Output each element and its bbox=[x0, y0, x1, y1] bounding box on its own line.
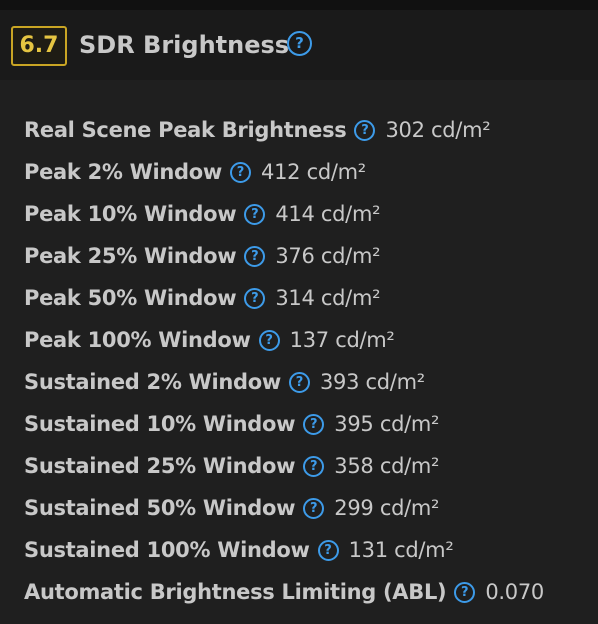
row-label: Peak 25% Window bbox=[24, 244, 237, 268]
row-value: 302 cd/m² bbox=[385, 118, 491, 142]
help-icon[interactable]: ? bbox=[303, 413, 325, 435]
help-icon[interactable]: ? bbox=[244, 203, 266, 225]
list-item: Sustained 100% Window ? 131 cd/m² bbox=[24, 529, 544, 571]
row-value: 376 cd/m² bbox=[275, 244, 381, 268]
row-value: 414 cd/m² bbox=[275, 202, 381, 226]
section-title: SDR Brightness bbox=[79, 31, 290, 59]
row-value: 314 cd/m² bbox=[275, 286, 381, 310]
row-value: 412 cd/m² bbox=[261, 160, 366, 184]
row-label: Sustained 50% Window bbox=[24, 496, 296, 520]
row-label: Peak 2% Window bbox=[24, 160, 223, 184]
row-value: 299 cd/m² bbox=[334, 496, 440, 520]
help-icon[interactable]: ? bbox=[230, 161, 252, 183]
row-label: Sustained 25% Window bbox=[24, 454, 296, 478]
list-item: Sustained 25% Window ? 358 cd/m² bbox=[24, 445, 544, 487]
row-label: Sustained 10% Window bbox=[24, 412, 296, 436]
help-icon[interactable]: ? bbox=[244, 245, 266, 267]
help-icon[interactable]: ? bbox=[317, 539, 339, 561]
row-label: Peak 10% Window bbox=[24, 202, 237, 226]
help-icon[interactable]: ? bbox=[244, 287, 266, 309]
list-item: Sustained 2% Window ? 393 cd/m² bbox=[24, 361, 544, 403]
list-item: Automatic Brightness Limiting (ABL) ? 0.… bbox=[24, 571, 544, 613]
top-border bbox=[0, 0, 598, 10]
help-icon[interactable]: ? bbox=[354, 119, 376, 141]
measurement-list: Real Scene Peak Brightness ? 302 cd/m² P… bbox=[24, 109, 544, 613]
help-icon[interactable]: ? bbox=[288, 371, 310, 393]
row-value: 137 cd/m² bbox=[289, 328, 395, 352]
row-value: 395 cd/m² bbox=[334, 412, 440, 436]
row-label: Real Scene Peak Brightness bbox=[24, 118, 347, 142]
help-icon[interactable]: ? bbox=[454, 581, 476, 603]
list-item: Peak 100% Window ? 137 cd/m² bbox=[24, 319, 544, 361]
row-label: Sustained 100% Window bbox=[24, 538, 310, 562]
row-value: 393 cd/m² bbox=[319, 370, 425, 394]
row-value: 358 cd/m² bbox=[334, 454, 440, 478]
row-label: Sustained 2% Window bbox=[24, 370, 281, 394]
help-icon[interactable]: ? bbox=[258, 329, 280, 351]
list-item: Sustained 10% Window ? 395 cd/m² bbox=[24, 403, 544, 445]
row-label: Peak 100% Window bbox=[24, 328, 251, 352]
list-item: Peak 25% Window ? 376 cd/m² bbox=[24, 235, 544, 277]
help-icon[interactable]: ? bbox=[303, 455, 325, 477]
row-value: 0.070 bbox=[485, 580, 544, 604]
list-item: Peak 10% Window ? 414 cd/m² bbox=[24, 193, 544, 235]
row-label: Peak 50% Window bbox=[24, 286, 237, 310]
help-icon[interactable]: ? bbox=[303, 497, 325, 519]
help-icon[interactable]: ? bbox=[287, 31, 312, 56]
list-item: Peak 2% Window ? 412 cd/m² bbox=[24, 151, 544, 193]
sdr-brightness-section: 6.7 SDR Brightness ? Real Scene Peak Bri… bbox=[0, 10, 598, 624]
section-header: 6.7 SDR Brightness ? bbox=[0, 10, 598, 80]
list-item: Real Scene Peak Brightness ? 302 cd/m² bbox=[24, 109, 544, 151]
list-item: Sustained 50% Window ? 299 cd/m² bbox=[24, 487, 544, 529]
row-value: 131 cd/m² bbox=[348, 538, 454, 562]
list-item: Peak 50% Window ? 314 cd/m² bbox=[24, 277, 544, 319]
row-label: Automatic Brightness Limiting (ABL) bbox=[24, 580, 447, 604]
score-badge: 6.7 bbox=[11, 26, 67, 66]
